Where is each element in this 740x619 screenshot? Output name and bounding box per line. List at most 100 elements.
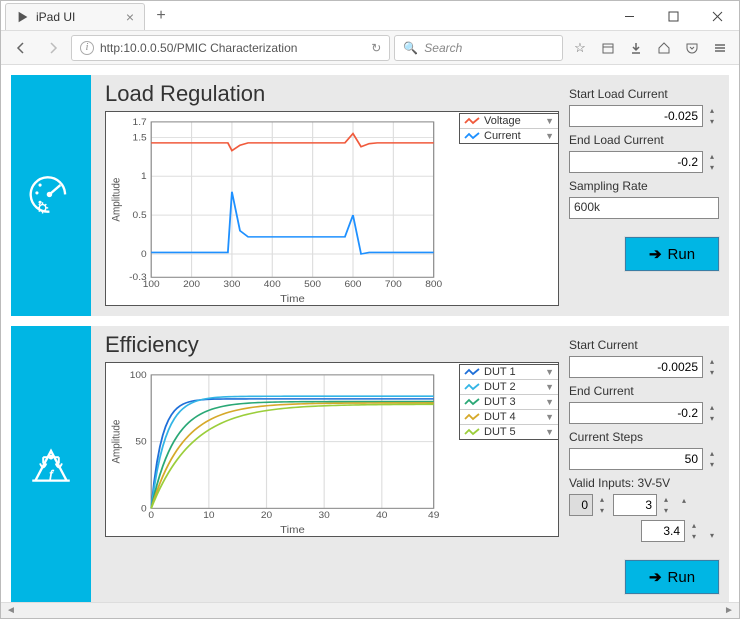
- step-up-icon[interactable]: ▴: [705, 356, 719, 367]
- legend-item[interactable]: DUT 1 ▼: [460, 365, 558, 380]
- step-up-icon[interactable]: ▴: [705, 105, 719, 116]
- chevron-down-icon[interactable]: ▼: [545, 131, 554, 141]
- legend-item[interactable]: DUT 4▼: [460, 410, 558, 425]
- step-up-icon[interactable]: ▴: [677, 496, 691, 505]
- url-bar: i http:10.0.0.50/PMIC Characterization ↻…: [1, 31, 739, 65]
- valid-a-field[interactable]: [613, 494, 657, 516]
- efficiency-panel: f Efficiency 01020304049050100TimeAmplit…: [11, 326, 729, 602]
- legend-label: DUT 3: [484, 396, 541, 408]
- label-valid-inputs: Valid Inputs: 3V-5V: [569, 476, 719, 490]
- url-text: http:10.0.0.50/PMIC Characterization: [100, 41, 297, 55]
- panel-sidebar: f: [11, 326, 91, 602]
- step-down-icon[interactable]: ▾: [705, 162, 719, 173]
- end-load-current-field[interactable]: [569, 151, 703, 173]
- legend-swatch-icon: [464, 116, 480, 126]
- svg-text:Amplitude: Amplitude: [110, 178, 123, 222]
- chevron-down-icon[interactable]: ▼: [545, 427, 554, 437]
- svg-text:200: 200: [183, 280, 200, 290]
- library-icon[interactable]: [595, 35, 621, 61]
- valid-index-input[interactable]: ▴▾: [569, 494, 609, 516]
- legend-label: DUT 2: [484, 381, 541, 393]
- step-down-icon[interactable]: ▾: [705, 413, 719, 424]
- chevron-down-icon[interactable]: ▼: [545, 397, 554, 407]
- svg-text:Time: Time: [280, 525, 305, 536]
- maximize-button[interactable]: [651, 1, 695, 31]
- step-down-icon[interactable]: ▾: [705, 116, 719, 127]
- reload-icon[interactable]: ↻: [371, 41, 381, 55]
- step-up-icon[interactable]: ▴: [705, 448, 719, 459]
- end-load-current-input[interactable]: ▴▾: [569, 151, 719, 173]
- scale-icon: f: [26, 440, 76, 490]
- start-current-input[interactable]: ▴▾: [569, 356, 719, 378]
- load-regulation-chart: 100200300400500600700800-0.300.511.51.7T…: [105, 111, 559, 306]
- step-up-icon[interactable]: ▴: [659, 494, 673, 505]
- run-button[interactable]: ➔ Run: [625, 560, 719, 594]
- svg-text:50: 50: [135, 437, 146, 447]
- valid-index-field[interactable]: [569, 494, 593, 516]
- step-up-icon[interactable]: ▴: [687, 520, 701, 531]
- end-current-field[interactable]: [569, 402, 703, 424]
- downloads-icon[interactable]: [623, 35, 649, 61]
- legend-item[interactable]: DUT 3 ▼: [460, 395, 558, 410]
- end-current-input[interactable]: ▴▾: [569, 402, 719, 424]
- close-icon[interactable]: ×: [126, 10, 134, 24]
- svg-text:1: 1: [141, 172, 147, 182]
- chevron-down-icon[interactable]: ▼: [545, 116, 554, 126]
- valid-b-input[interactable]: ▴▾: [641, 520, 701, 542]
- legend-label: DUT 1: [484, 366, 541, 378]
- valid-a-input[interactable]: ▴▾: [613, 494, 673, 516]
- search-icon: 🔍: [403, 41, 418, 55]
- legend-item[interactable]: DUT 5▼: [460, 425, 558, 439]
- step-down-icon[interactable]: ▾: [705, 367, 719, 378]
- new-tab-button[interactable]: +: [149, 4, 173, 28]
- horizontal-scrollbar[interactable]: ◄ ►: [1, 602, 739, 618]
- run-button[interactable]: ➔ Run: [625, 237, 719, 271]
- current-steps-input[interactable]: ▴▾: [569, 448, 719, 470]
- step-up-icon[interactable]: ▴: [705, 151, 719, 162]
- back-button[interactable]: [7, 35, 35, 61]
- forward-button[interactable]: [39, 35, 67, 61]
- site-info-icon[interactable]: i: [80, 41, 94, 55]
- url-input[interactable]: i http:10.0.0.50/PMIC Characterization ↻: [71, 35, 390, 61]
- run-label: Run: [668, 569, 696, 586]
- step-down-icon[interactable]: ▾: [687, 531, 701, 542]
- valid-b-field[interactable]: [641, 520, 685, 542]
- scroll-right-icon[interactable]: ►: [721, 604, 737, 618]
- legend-item[interactable]: Current▼: [460, 129, 558, 143]
- bookmark-icon[interactable]: ☆: [567, 35, 593, 61]
- current-steps-field[interactable]: [569, 448, 703, 470]
- minimize-button[interactable]: [607, 1, 651, 31]
- start-load-current-field[interactable]: [569, 105, 703, 127]
- legend-swatch-icon: [464, 412, 480, 422]
- home-icon[interactable]: [651, 35, 677, 61]
- gauge-gear-icon: [26, 171, 76, 221]
- pocket-icon[interactable]: [679, 35, 705, 61]
- legend-item[interactable]: Voltage▼: [460, 114, 558, 129]
- step-up-icon[interactable]: ▴: [595, 494, 609, 505]
- legend-swatch-icon: [464, 382, 480, 392]
- chevron-down-icon[interactable]: ▼: [545, 367, 554, 377]
- chevron-down-icon[interactable]: ▼: [545, 412, 554, 422]
- start-load-current-input[interactable]: ▴▾: [569, 105, 719, 127]
- sampling-rate-input[interactable]: 600k: [569, 197, 719, 219]
- chart-legend: DUT 1▼DUT 2▼DUT 3▼DUT 4▼DUT 5▼: [459, 364, 559, 440]
- chart-title: Efficiency: [105, 332, 559, 358]
- load-regulation-panel: Load Regulation 100200300400500600700800…: [11, 75, 729, 316]
- play-icon: [16, 10, 30, 24]
- step-up-icon[interactable]: ▴: [705, 402, 719, 413]
- close-window-button[interactable]: [695, 1, 739, 31]
- step-down-icon[interactable]: ▾: [595, 505, 609, 516]
- menu-icon[interactable]: [707, 35, 733, 61]
- step-down-icon[interactable]: ▾: [705, 459, 719, 470]
- label-sampling-rate: Sampling Rate: [569, 179, 719, 193]
- step-down-icon[interactable]: ▾: [705, 531, 719, 540]
- legend-item[interactable]: DUT 2 ▼: [460, 380, 558, 395]
- svg-text:0: 0: [148, 511, 154, 521]
- step-down-icon[interactable]: ▾: [659, 505, 673, 516]
- scroll-left-icon[interactable]: ◄: [3, 604, 19, 618]
- start-current-field[interactable]: [569, 356, 703, 378]
- svg-text:Time: Time: [280, 294, 305, 305]
- browser-tab[interactable]: iPad UI ×: [5, 3, 145, 30]
- search-input[interactable]: 🔍 Search: [394, 35, 563, 61]
- chevron-down-icon[interactable]: ▼: [545, 382, 554, 392]
